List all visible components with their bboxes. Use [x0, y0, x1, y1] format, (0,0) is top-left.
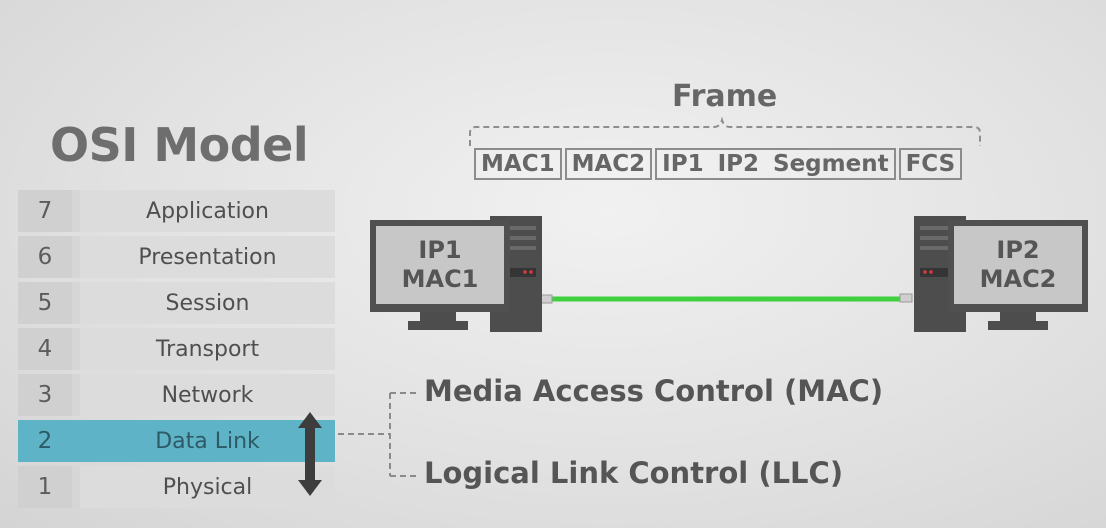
frame-title: Frame: [672, 79, 778, 114]
host-right-ip: IP2: [996, 236, 1040, 264]
frame-cell-mac2: MAC2: [564, 148, 653, 180]
mac-sublayer-label: Media Access Control (MAC): [424, 374, 884, 408]
frame-segment-label: Segment: [773, 151, 889, 177]
frame-cell-mac1: MAC1: [474, 148, 562, 180]
frame-ip1-label: IP1: [662, 151, 704, 177]
host-left-ip: IP1: [418, 236, 462, 264]
arrow-down-icon: [298, 452, 322, 496]
frame-ip2-label: IP2: [717, 151, 759, 177]
sublayer-connectors: [338, 392, 420, 477]
frame-mac1-label: MAC1: [481, 151, 555, 177]
frame-fcs-label: FCS: [905, 151, 956, 177]
host-right-addresses: IP2 MAC2: [954, 236, 1082, 294]
cable-connector-right: [899, 293, 913, 303]
host-left-addresses: IP1 MAC1: [376, 236, 504, 294]
frame-cell-fcs: FCS: [898, 148, 963, 180]
arrow-up-icon: [298, 412, 322, 456]
host-right-mac: MAC2: [979, 265, 1057, 293]
frame-brace: [469, 116, 981, 146]
frame-mac2-label: MAC2: [571, 151, 646, 177]
host-left-mac: MAC1: [401, 265, 479, 293]
llc-sublayer-label: Logical Link Control (LLC): [424, 456, 844, 490]
diagram-graphics: [298, 116, 1088, 496]
frame-structure: MAC1 MAC2 IP1 IP2 Segment FCS: [474, 148, 963, 180]
frame-cell-payload: IP1 IP2 Segment: [655, 148, 896, 180]
